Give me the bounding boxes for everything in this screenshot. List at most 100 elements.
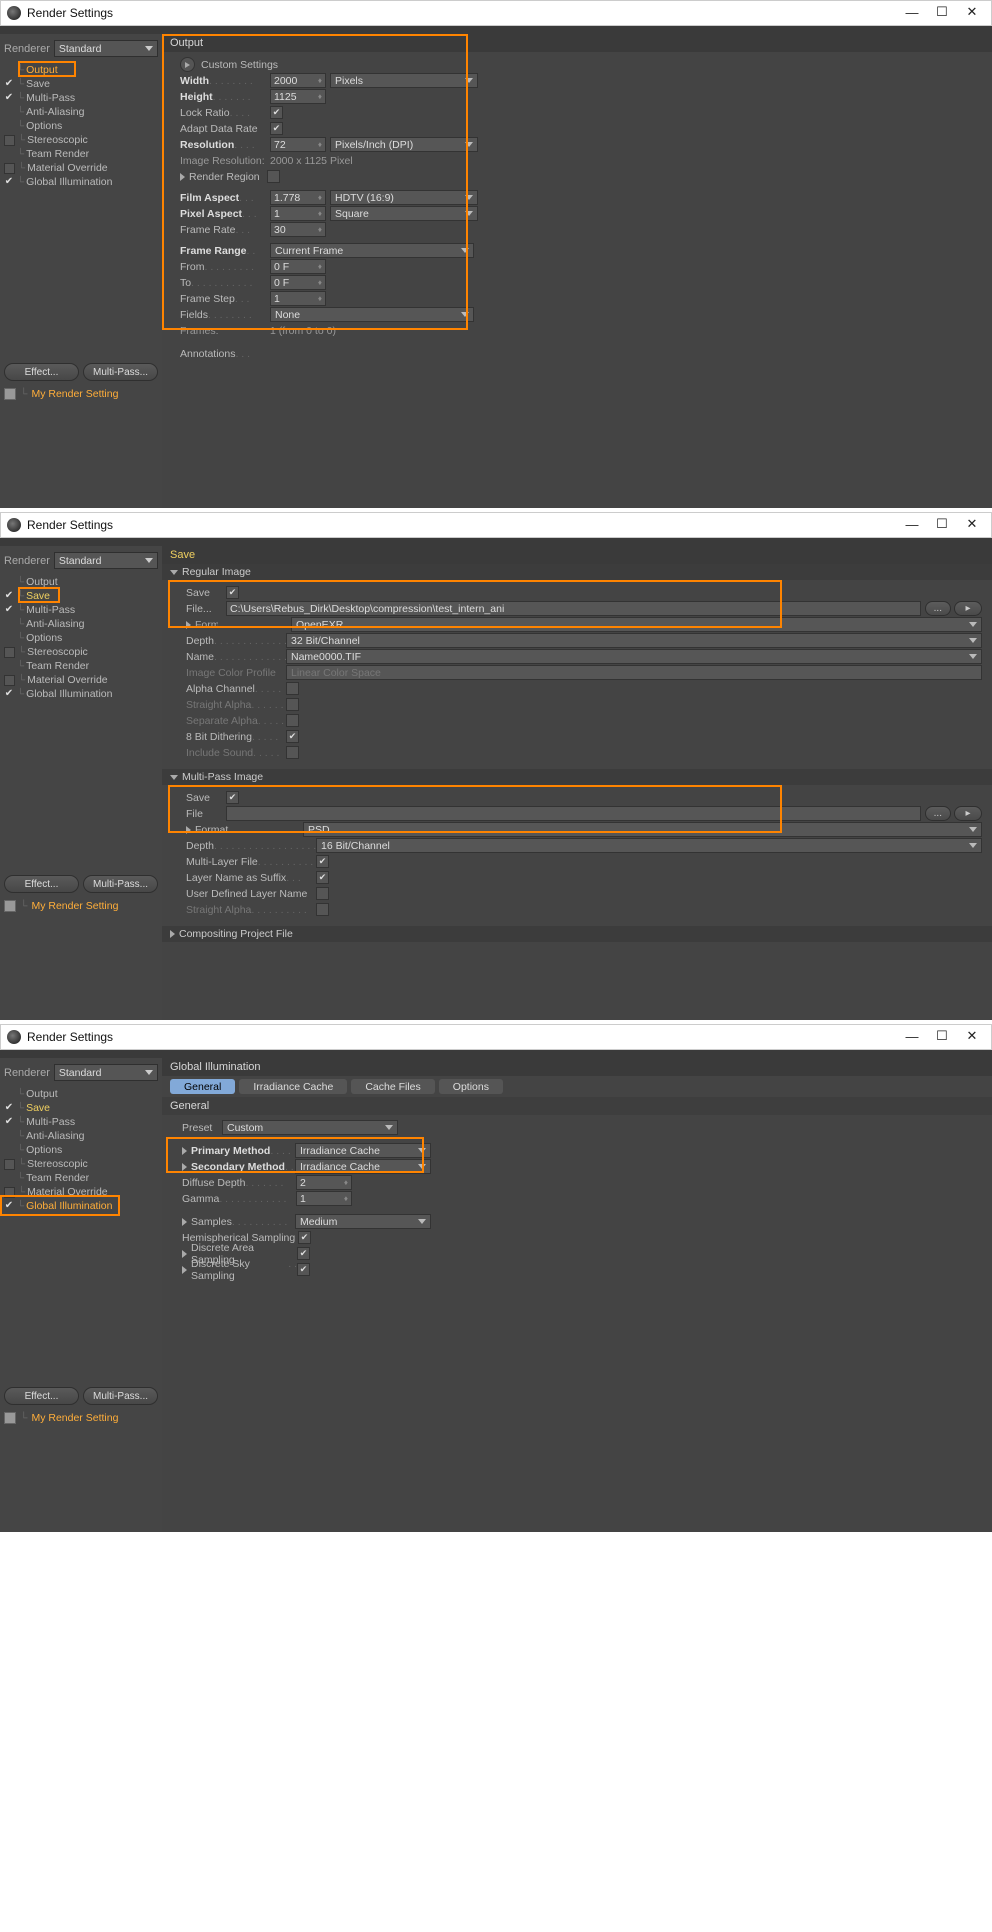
diffuse-depth-input[interactable]: 2♦ <box>296 1175 352 1190</box>
gamma-input[interactable]: 1♦ <box>296 1191 352 1206</box>
multilayer-checkbox[interactable]: ✔ <box>316 855 329 868</box>
compositing-fold[interactable]: Compositing Project File <box>162 926 992 942</box>
lock-ratio-checkbox[interactable]: ✔ <box>270 106 283 119</box>
sidebar-item-gi[interactable]: ✔└Global Illumination <box>0 175 162 189</box>
mp-format-dropdown[interactable]: PSD <box>303 822 982 837</box>
sidebar-item-output[interactable]: └Output <box>0 63 162 77</box>
sidebar-item-options[interactable]: └Options <box>0 1143 162 1157</box>
multipass-button[interactable]: Multi-Pass... <box>83 1387 158 1405</box>
sidebar-item-teamrender[interactable]: └Team Render <box>0 147 162 161</box>
sidebar-item-save[interactable]: ✔└Save <box>0 77 162 91</box>
tab-irradiance-cache[interactable]: Irradiance Cache <box>239 1079 347 1094</box>
frame-step-input[interactable]: 1♦ <box>270 291 326 306</box>
multipass-image-fold[interactable]: Multi-Pass Image <box>162 769 992 785</box>
preset-dropdown[interactable]: Custom <box>222 1120 398 1135</box>
adapt-data-checkbox[interactable]: ✔ <box>270 122 283 135</box>
sidebar-item-antialiasing[interactable]: └Anti-Aliasing <box>0 105 162 119</box>
mp-depth-dropdown[interactable]: 16 Bit/Channel <box>316 838 982 853</box>
width-unit-dropdown[interactable]: Pixels <box>330 73 478 88</box>
sidebar-item-materialoverride[interactable]: └Material Override <box>0 161 162 175</box>
discrete-sky-checkbox[interactable]: ✔ <box>297 1263 310 1276</box>
close-icon[interactable]: ✕ <box>957 513 987 535</box>
film-aspect-dropdown[interactable]: HDTV (16:9) <box>330 190 478 205</box>
frame-rate-input[interactable]: 30♦ <box>270 222 326 237</box>
maximize-icon[interactable]: ☐ <box>927 513 957 535</box>
to-input[interactable]: 0 F♦ <box>270 275 326 290</box>
file-browse-button[interactable]: ... <box>925 601 951 616</box>
sidebar-item-multipass[interactable]: ✔└Multi-Pass <box>0 91 162 105</box>
resolution-unit-dropdown[interactable]: Pixels/Inch (DPI) <box>330 137 478 152</box>
layer-name-suffix-checkbox[interactable]: ✔ <box>316 871 329 884</box>
multipass-button[interactable]: Multi-Pass... <box>83 363 158 381</box>
depth-dropdown[interactable]: 32 Bit/Channel <box>286 633 982 648</box>
renderer-dropdown[interactable]: Standard <box>54 40 158 57</box>
renderer-dropdown[interactable]: Standard <box>54 552 158 569</box>
frame-range-dropdown[interactable]: Current Frame <box>270 243 474 258</box>
tab-cache-files[interactable]: Cache Files <box>351 1079 434 1094</box>
render-region-checkbox[interactable] <box>267 170 280 183</box>
minimize-icon[interactable]: — <box>897 1 927 23</box>
sidebar-item-materialoverride[interactable]: └Material Override <box>0 673 162 687</box>
preset-row[interactable]: └ My Render Setting <box>0 385 162 403</box>
renderer-dropdown[interactable]: Standard <box>54 1064 158 1081</box>
sidebar-item-gi[interactable]: ✔└Global Illumination <box>0 687 162 701</box>
sidebar-item-options[interactable]: └Options <box>0 119 162 133</box>
minimize-icon[interactable]: — <box>897 513 927 535</box>
pixel-aspect-dropdown[interactable]: Square <box>330 206 478 221</box>
close-icon[interactable]: ✕ <box>957 1025 987 1047</box>
pixel-aspect-input[interactable]: 1♦ <box>270 206 326 221</box>
mp-file-input[interactable] <box>226 806 921 821</box>
sidebar-item-multipass[interactable]: ✔└Multi-Pass <box>0 1115 162 1129</box>
dithering-checkbox[interactable]: ✔ <box>286 730 299 743</box>
file-arrow-icon[interactable]: ▸ <box>954 601 982 616</box>
regular-image-fold[interactable]: Regular Image <box>162 564 992 580</box>
effect-button[interactable]: Effect... <box>4 875 79 893</box>
minimize-icon[interactable]: — <box>897 1025 927 1047</box>
sidebar-item-options[interactable]: └Options <box>0 631 162 645</box>
sidebar-item-teamrender[interactable]: └Team Render <box>0 659 162 673</box>
sidebar-item-save[interactable]: ✔└Save <box>0 1101 162 1115</box>
fields-dropdown[interactable]: None <box>270 307 474 322</box>
sidebar-item-stereoscopic[interactable]: └Stereoscopic <box>0 133 162 147</box>
film-aspect-input[interactable]: 1.778♦ <box>270 190 326 205</box>
sidebar-item-output[interactable]: └Output <box>0 1087 162 1101</box>
maximize-icon[interactable]: ☐ <box>927 1025 957 1047</box>
sidebar-item-antialiasing[interactable]: └Anti-Aliasing <box>0 617 162 631</box>
multipass-button[interactable]: Multi-Pass... <box>83 875 158 893</box>
secondary-method-dropdown[interactable]: Irradiance Cache <box>295 1159 431 1174</box>
sidebar-item-stereoscopic[interactable]: └Stereoscopic <box>0 1157 162 1171</box>
effect-button[interactable]: Effect... <box>4 1387 79 1405</box>
tab-options[interactable]: Options <box>439 1079 503 1094</box>
sidebar-item-antialiasing[interactable]: └Anti-Aliasing <box>0 1129 162 1143</box>
mp-save-checkbox[interactable]: ✔ <box>226 791 239 804</box>
tab-general[interactable]: General <box>170 1079 235 1094</box>
samples-dropdown[interactable]: Medium <box>295 1214 431 1229</box>
mp-file-arrow-icon[interactable]: ▸ <box>954 806 982 821</box>
sidebar-item-teamrender[interactable]: └Team Render <box>0 1171 162 1185</box>
width-input[interactable]: 2000♦ <box>270 73 326 88</box>
name-dropdown[interactable]: Name0000.TIF <box>286 649 982 664</box>
close-icon[interactable]: ✕ <box>957 1 987 23</box>
discrete-area-checkbox[interactable]: ✔ <box>297 1247 310 1260</box>
from-input[interactable]: 0 F♦ <box>270 259 326 274</box>
format-dropdown[interactable]: OpenEXR <box>291 617 982 632</box>
sidebar-item-multipass[interactable]: ✔└Multi-Pass <box>0 603 162 617</box>
hemispherical-checkbox[interactable]: ✔ <box>298 1231 311 1244</box>
sidebar-item-output[interactable]: └Output <box>0 575 162 589</box>
settings-gear-icon[interactable] <box>180 57 195 72</box>
file-input[interactable]: C:\Users\Rebus_Dirk\Desktop\compression\… <box>226 601 921 616</box>
effect-button[interactable]: Effect... <box>4 363 79 381</box>
sidebar-item-materialoverride[interactable]: └Material Override <box>0 1185 162 1199</box>
user-layer-name-checkbox[interactable] <box>316 887 329 900</box>
preset-row[interactable]: └ My Render Setting <box>0 1409 162 1427</box>
sidebar-item-stereoscopic[interactable]: └Stereoscopic <box>0 645 162 659</box>
preset-row[interactable]: └ My Render Setting <box>0 897 162 915</box>
sidebar-item-save[interactable]: ✔└Save <box>0 589 162 603</box>
resolution-input[interactable]: 72♦ <box>270 137 326 152</box>
maximize-icon[interactable]: ☐ <box>927 1 957 23</box>
mp-file-browse-button[interactable]: ... <box>925 806 951 821</box>
sidebar-item-gi[interactable]: ✔└Global Illumination <box>0 1199 162 1213</box>
height-input[interactable]: 1125♦ <box>270 89 326 104</box>
primary-method-dropdown[interactable]: Irradiance Cache <box>295 1143 431 1158</box>
alpha-checkbox[interactable] <box>286 682 299 695</box>
